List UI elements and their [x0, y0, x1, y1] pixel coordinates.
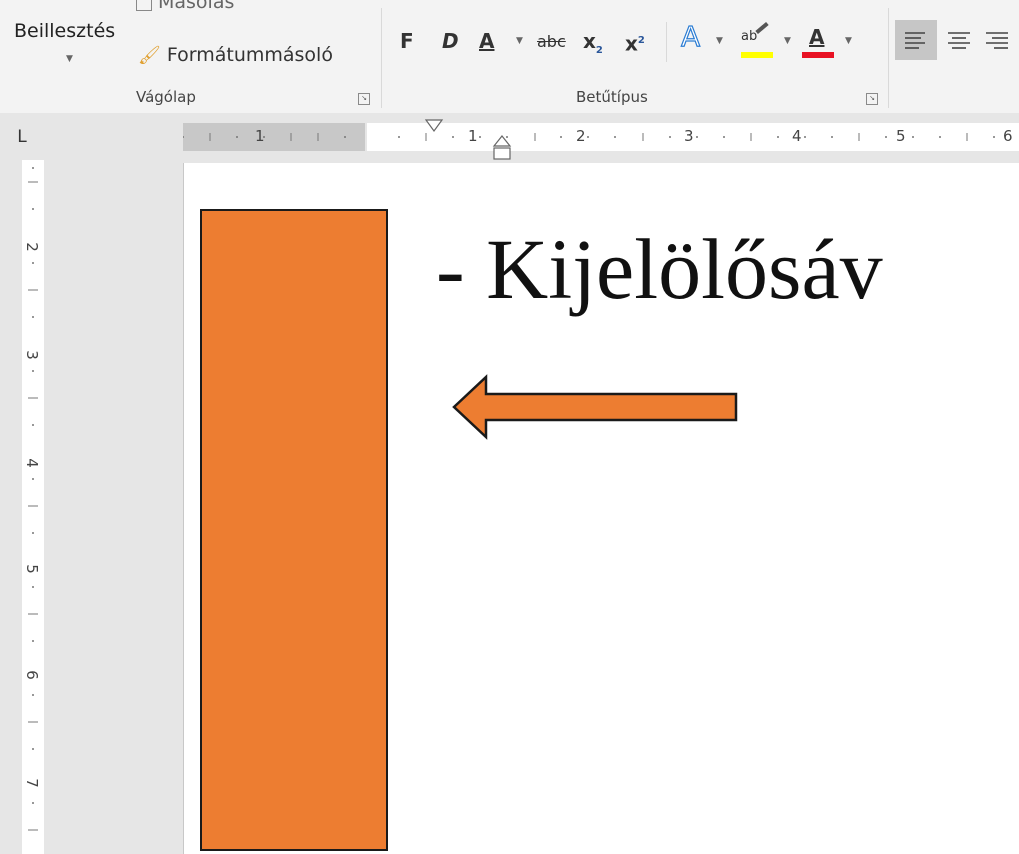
format-painter-button[interactable]: 🖌 Formátummásoló [138, 44, 333, 67]
group-separator [381, 8, 382, 108]
underline-dropdown-icon[interactable]: ▼ [516, 36, 523, 46]
copy-icon [136, 0, 152, 11]
strikethrough-button[interactable]: abc [537, 31, 566, 53]
highlight-button[interactable]: ab [741, 21, 773, 58]
ruler-number: 1 [468, 127, 478, 145]
vruler-number: 3 [22, 350, 41, 360]
paste-dropdown-icon[interactable]: ▼ [66, 54, 73, 64]
first-line-indent-marker-icon[interactable] [424, 119, 444, 133]
horizontal-ruler: L 1 1 2 3 4 5 6 [0, 113, 1019, 160]
align-center-button[interactable] [942, 20, 976, 60]
font-inner-separator [666, 22, 667, 62]
ribbon: Beillesztés ▼ Másolás 🖌 Formátummásoló Vá… [0, 0, 1019, 114]
italic-button[interactable]: D [442, 30, 459, 52]
ruler-number: 6 [1003, 127, 1013, 145]
ruler-number: 5 [896, 127, 906, 145]
font-color-dropdown-icon[interactable]: ▼ [845, 36, 852, 46]
tab-selector-button[interactable]: L [10, 125, 34, 149]
text-effects-button[interactable]: A [680, 22, 700, 51]
text-effects-dropdown-icon[interactable]: ▼ [716, 36, 723, 46]
clipboard-group-label: Vágólap [136, 88, 196, 106]
align-center-icon [948, 32, 970, 49]
ruler-number: 4 [792, 127, 802, 145]
align-right-button[interactable] [980, 20, 1014, 60]
font-color-bar [802, 52, 834, 58]
left-arrow-shape[interactable] [450, 373, 742, 443]
vertical-ruler[interactable]: 2 3 4 5 6 7 [0, 160, 48, 854]
highlight-dropdown-icon[interactable]: ▼ [784, 36, 791, 46]
paste-label: Beillesztés [14, 20, 116, 42]
document-page[interactable]: - Kijelölősáv [183, 163, 1019, 854]
copy-button[interactable]: Másolás [136, 0, 234, 13]
tab-selector-label: L [17, 127, 27, 147]
vruler-number: 7 [22, 778, 41, 788]
ruler-number: 3 [684, 127, 694, 145]
vruler-number: 4 [22, 458, 41, 468]
vruler-number: 6 [22, 670, 41, 680]
subscript-button[interactable]: x2 [583, 30, 603, 62]
bold-button[interactable]: F [400, 30, 414, 52]
superscript-label: x [625, 31, 638, 56]
ruler-ticks [183, 133, 995, 141]
font-color-label: A [809, 25, 825, 49]
ruler-number: 2 [576, 127, 586, 145]
paste-button[interactable]: Beillesztés [14, 20, 115, 42]
superscript-sup: 2 [637, 35, 645, 46]
subscript-sub: 2 [595, 45, 603, 56]
vruler-number: 5 [22, 564, 41, 574]
format-painter-label: Formátummásoló [166, 44, 333, 66]
align-left-button[interactable] [895, 20, 937, 60]
ruler-track[interactable]: 1 1 2 3 4 5 6 [183, 123, 1019, 151]
highlighter-pen-icon [755, 21, 769, 35]
font-color-button[interactable]: A [802, 22, 834, 58]
align-left-icon [905, 32, 925, 49]
document-text[interactable]: - Kijelölősáv [436, 219, 883, 319]
align-right-icon [986, 32, 1008, 49]
copy-label: Másolás [158, 0, 235, 13]
underline-button[interactable]: A [479, 30, 494, 52]
subscript-label: x [583, 29, 596, 53]
clipboard-dialog-launcher-icon[interactable]: ↘ [358, 93, 370, 105]
paintbrush-icon: 🖌 [138, 45, 161, 66]
vruler-ticks [28, 167, 38, 831]
ruler-number: 1 [255, 127, 265, 145]
superscript-button[interactable]: x2 [625, 30, 645, 55]
font-dialog-launcher-icon[interactable]: ↘ [866, 93, 878, 105]
hanging-indent-marker-icon[interactable] [492, 135, 512, 161]
vruler-number: 2 [22, 242, 41, 252]
font-group-label: Betűtípus [576, 88, 648, 106]
selection-bar-rectangle-shape[interactable] [200, 209, 388, 851]
highlight-color-bar [741, 52, 773, 58]
group-separator-2 [888, 8, 889, 108]
